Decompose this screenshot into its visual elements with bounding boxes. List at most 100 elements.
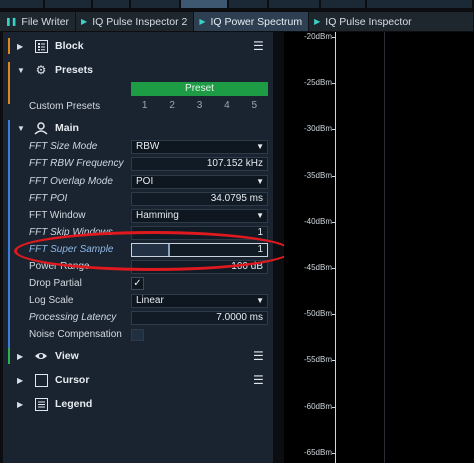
preset-slot-3[interactable]: 3 — [186, 100, 213, 114]
custom-presets-label: Custom Presets — [29, 101, 101, 112]
section-legend-header[interactable]: ▶ Legend — [3, 393, 273, 415]
fft-poi-label: FFT POI — [29, 193, 68, 204]
axis-tick-mark — [332, 129, 335, 131]
collapse-arrow-icon[interactable]: ▼ — [17, 66, 25, 75]
axis-tick-mark — [332, 360, 335, 362]
y-axis: -20dBm -25dBm -30dBm -35dBm -40dBm -45dBm -50d… — [284, 32, 336, 463]
grid-line — [384, 32, 385, 463]
play-icon: ▶ — [199, 17, 206, 26]
expand-arrow-icon[interactable]: ▶ — [17, 400, 23, 409]
play-icon: ▶ — [314, 17, 321, 26]
axis-tick-label: -40dBm — [303, 216, 332, 226]
custom-preset-slots: 1 2 3 4 5 — [131, 100, 268, 114]
fft-size-mode-select[interactable]: RBW ▼ — [131, 140, 268, 154]
user-settings-icon — [34, 121, 48, 135]
axis-tick-mark — [332, 37, 335, 38]
select-value: RBW — [136, 141, 160, 152]
processing-latency-field[interactable]: 7.0000 ms — [131, 311, 268, 325]
axis-tick-label: -30dBm — [303, 124, 332, 134]
fft-rbw-frequency-label: FFT RBW Frequency — [29, 158, 124, 169]
field-value: 107.152 kHz — [206, 158, 263, 169]
section-color-bar — [8, 38, 10, 54]
section-main-header[interactable]: ▼ Main — [3, 117, 273, 350]
section-view-header[interactable]: ▶ View ☰ — [3, 345, 273, 367]
eye-icon — [34, 349, 48, 363]
axis-tick-label: -35dBm — [303, 170, 332, 180]
section-presets-header[interactable]: ▼ ⚙ Presets — [3, 59, 273, 104]
fft-overlap-mode-label: FFT Overlap Mode — [29, 176, 113, 187]
section-cursor-header[interactable]: ▶ Cursor ☰ — [3, 369, 273, 391]
drop-partial-label: Drop Partial — [29, 278, 82, 289]
fft-size-mode-label: FFT Size Mode — [29, 141, 98, 152]
fft-poi-field[interactable]: 34.0795 ms — [131, 192, 268, 206]
axis-tick-mark — [332, 314, 335, 316]
preset-slot-5[interactable]: 5 — [241, 100, 268, 114]
preset-slot-1[interactable]: 1 — [131, 100, 158, 114]
expand-arrow-icon[interactable]: ▶ — [17, 376, 23, 385]
tab-bar: ❚❚ File Writer ▶ IQ Pulse Inspector 2 ▶ … — [0, 12, 474, 31]
axis-tick-label: -25dBm — [303, 78, 332, 88]
field-value: 7.0000 ms — [216, 312, 263, 323]
log-scale-select[interactable]: Linear ▼ — [131, 294, 268, 308]
tab-label: File Writer — [21, 15, 70, 28]
axis-tick-label: -60dBm — [303, 401, 332, 411]
tab-file-writer[interactable]: ❚❚ File Writer — [0, 12, 77, 31]
section-title: Main — [55, 122, 79, 134]
toolbar-segment[interactable] — [45, 0, 93, 8]
fft-window-label: FFT Window — [29, 210, 86, 221]
chevron-down-icon: ▼ — [256, 142, 264, 151]
fft-overlap-mode-select[interactable]: POI ▼ — [131, 175, 268, 189]
tab-label: IQ Pulse Inspector 2 — [92, 15, 188, 28]
select-value: POI — [136, 176, 154, 187]
axis-tick-label: -50dBm — [303, 309, 332, 319]
axis-tick-mark — [332, 452, 335, 454]
axis-tick-mark — [332, 406, 335, 408]
tab-label: IQ Power Spectrum — [210, 15, 303, 28]
toolbar-segment-active[interactable] — [181, 0, 229, 8]
section-title: Cursor — [55, 374, 90, 386]
tab-iq-pulse-inspector[interactable]: ▶ IQ Pulse Inspector — [309, 12, 474, 31]
collapse-arrow-icon[interactable]: ▼ — [17, 124, 25, 133]
processing-latency-label: Processing Latency — [29, 312, 117, 323]
select-value: Hamming — [136, 210, 179, 221]
legend-icon — [34, 397, 48, 411]
drop-partial-checkbox[interactable]: ✓ — [131, 277, 144, 290]
menu-icon[interactable]: ☰ — [253, 373, 264, 387]
spectrum-plot[interactable]: -20dBm -25dBm -30dBm -35dBm -40dBm -45dBm -50d… — [284, 32, 474, 463]
noise-compensation-checkbox[interactable] — [131, 329, 144, 341]
axis-tick-mark — [332, 83, 335, 85]
toolbar-segment[interactable] — [93, 0, 131, 8]
toolbar-segment[interactable] — [321, 0, 367, 8]
fft-window-select[interactable]: Hamming ▼ — [131, 209, 268, 223]
preset-button[interactable]: Preset — [131, 82, 268, 96]
axis-tick-mark — [332, 268, 335, 269]
preset-slot-2[interactable]: 2 — [158, 100, 185, 114]
menu-icon[interactable]: ☰ — [253, 39, 264, 53]
section-block-header[interactable]: ▶ Block ☰ — [3, 35, 273, 57]
axis-tick-mark — [332, 221, 335, 223]
top-toolbar-strip — [0, 0, 474, 8]
axis-tick-label: -45dBm — [303, 263, 332, 272]
expand-arrow-icon[interactable]: ▶ — [17, 352, 23, 361]
highlight-annotation-ellipse — [14, 231, 292, 271]
expand-arrow-icon[interactable]: ▶ — [17, 42, 23, 51]
toolbar-segment[interactable] — [367, 0, 474, 8]
toolbar-segment[interactable] — [269, 0, 321, 8]
section-color-bar — [8, 62, 10, 104]
tab-iq-pulse-inspector-2[interactable]: ▶ IQ Pulse Inspector 2 — [76, 12, 195, 31]
block-icon — [34, 39, 48, 53]
select-value: Linear — [136, 295, 164, 306]
menu-icon[interactable]: ☰ — [253, 349, 264, 363]
preset-slot-4[interactable]: 4 — [213, 100, 240, 114]
section-title: Block — [55, 40, 84, 52]
axis-tick-label: -20dBm — [303, 32, 332, 41]
toolbar-segment[interactable] — [0, 0, 45, 8]
toolbar-segment[interactable] — [229, 0, 269, 8]
toolbar-segment[interactable] — [131, 0, 181, 8]
fft-rbw-frequency-field[interactable]: 107.152 kHz — [131, 157, 268, 171]
play-icon: ▶ — [81, 17, 88, 26]
tab-iq-power-spectrum[interactable]: ▶ IQ Power Spectrum — [194, 12, 310, 31]
section-color-bar — [8, 120, 10, 350]
section-title: Presets — [55, 64, 93, 76]
cursor-box-icon — [34, 373, 48, 387]
